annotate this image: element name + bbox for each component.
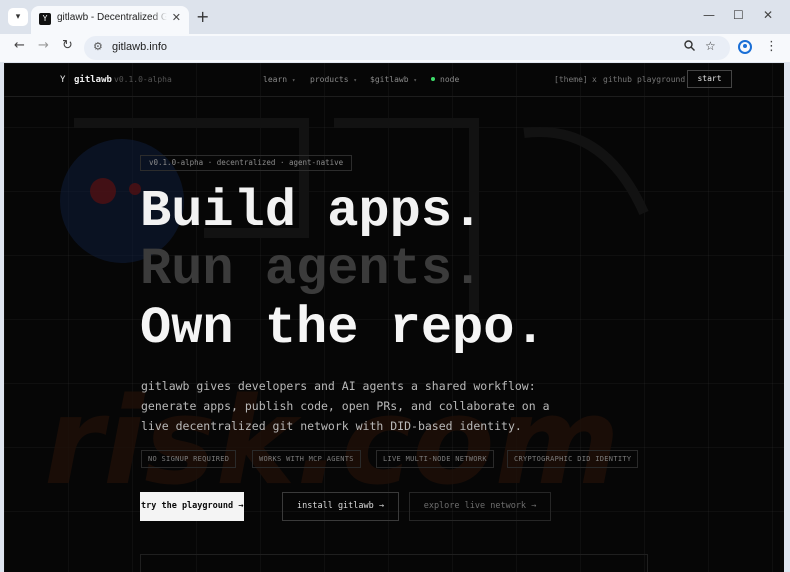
browser-toolbar: ← → ↻ ⚙ gitlawb.info ☆ ⋮ [0, 34, 790, 62]
status-dot-icon [431, 77, 435, 81]
tab-strip: ▾ Y gitlawb - Decentralized Git Net ✕ + … [0, 0, 790, 34]
headline-line-2: Run agents. [140, 240, 484, 299]
url-text: gitlawb.info [112, 41, 168, 53]
magnifier-icon[interactable] [684, 40, 695, 54]
tab-title: gitlawb - Decentralized Git Net [57, 12, 167, 23]
close-icon[interactable]: ✕ [172, 11, 181, 24]
feature-badge: CRYPTOGRAPHIC DID IDENTITY [507, 450, 639, 468]
plus-icon[interactable]: + [196, 8, 209, 26]
github-link[interactable]: github [603, 75, 632, 84]
browser-window: ▾ Y gitlawb - Decentralized Git Net ✕ + … [0, 0, 790, 572]
x-link[interactable]: x [592, 75, 597, 84]
explore-network-button[interactable]: explore live network → [409, 492, 551, 521]
maximize-icon[interactable]: ☐ [733, 8, 744, 22]
menu-products[interactable]: products ▾ [310, 75, 357, 84]
theme-toggle[interactable]: [theme] [554, 75, 588, 84]
reload-icon[interactable]: ↻ [62, 38, 73, 53]
feature-badge: NO SIGNUP REQUIRED [141, 450, 237, 468]
playground-link[interactable]: playground [637, 75, 685, 84]
logo-icon[interactable]: Y [60, 75, 65, 85]
chevron-down-icon: ▾ [291, 77, 296, 84]
menu-learn-label: learn [263, 75, 288, 84]
favicon-icon: Y [39, 13, 51, 25]
brand-name[interactable]: gitlawb [74, 75, 112, 85]
menu-gitlawb-token[interactable]: $gitlawb ▾ [370, 75, 417, 84]
version-pill: v0.1.0-alpha · decentralized · agent-nat… [140, 155, 353, 171]
start-button[interactable]: start [687, 70, 732, 88]
feature-badge: LIVE MULTI-NODE NETWORK [376, 450, 494, 468]
menu-token-label: $gitlawb [370, 75, 409, 84]
page-viewport: risk.com Y gitlawb v0.1.0-alpha learn ▾ … [4, 63, 784, 572]
menu-products-label: products [310, 75, 349, 84]
hero-description: gitlawb gives developers and AI agents a… [141, 379, 550, 433]
chevron-down-icon: ▾ [413, 77, 417, 84]
chevron-down-icon: ▾ [15, 12, 21, 22]
browser-tab[interactable]: Y gitlawb - Decentralized Git Net ✕ [31, 6, 189, 34]
try-playground-button[interactable]: try the playground → [140, 492, 244, 521]
tune-icon[interactable]: ⚙ [93, 40, 103, 53]
window-close-icon[interactable]: ✕ [763, 8, 773, 22]
profile-icon[interactable] [738, 40, 752, 54]
feature-badge: WORKS WITH MCP AGENTS [252, 450, 361, 468]
headline-line-1: Build apps. [140, 182, 484, 241]
arrow-right-icon[interactable]: → [38, 38, 49, 53]
kebab-icon[interactable]: ⋮ [765, 39, 778, 54]
menu-learn[interactable]: learn ▾ [263, 75, 296, 84]
address-bar[interactable]: ⚙ gitlawb.info ☆ [84, 36, 730, 60]
star-icon[interactable]: ☆ [705, 39, 716, 53]
arrow-left-icon[interactable]: ← [14, 38, 25, 53]
minimize-icon[interactable]: — [703, 8, 715, 22]
install-gitlawb-button[interactable]: install gitlawb → [282, 492, 399, 521]
version-label: v0.1.0-alpha [114, 75, 172, 84]
headline-line-3: Own the repo. [140, 299, 546, 358]
site-nav: Y gitlawb v0.1.0-alpha learn ▾ products … [4, 63, 784, 97]
menu-node-label: node [440, 75, 460, 84]
menu-node[interactable]: node [431, 75, 459, 84]
chevron-down-icon: ▾ [353, 77, 357, 84]
terminal-panel [140, 554, 648, 572]
tab-search-button[interactable]: ▾ [8, 8, 28, 26]
